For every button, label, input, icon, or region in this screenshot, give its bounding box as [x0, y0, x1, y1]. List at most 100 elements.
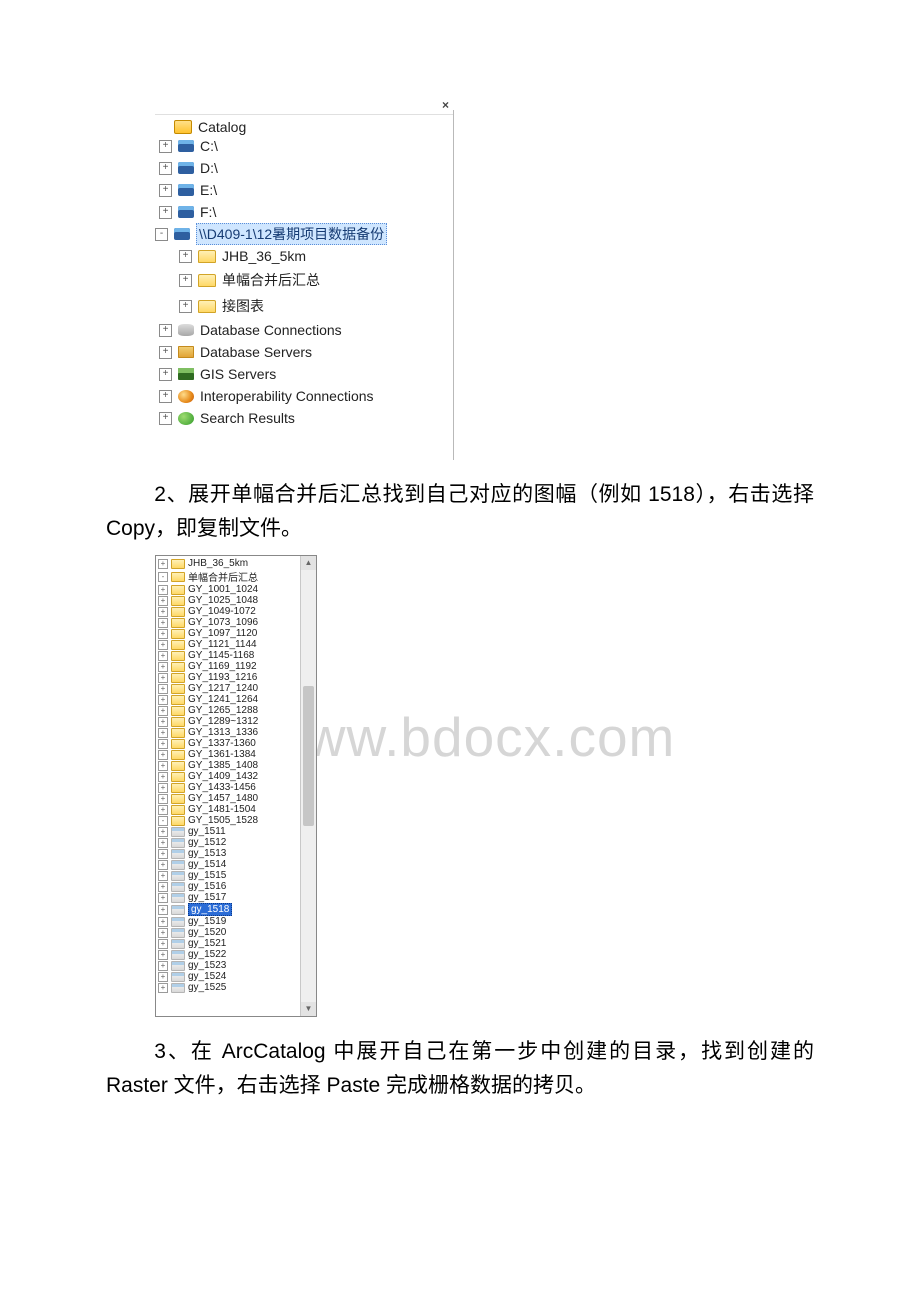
- expand-icon[interactable]: +: [158, 739, 168, 749]
- folder-node[interactable]: +GY_1457_1480: [158, 793, 316, 804]
- expand-icon[interactable]: +: [158, 917, 168, 927]
- expand-icon[interactable]: +: [159, 162, 172, 175]
- drive-node[interactable]: +E:\: [155, 179, 453, 201]
- expand-icon[interactable]: +: [158, 629, 168, 639]
- drive-node[interactable]: +D:\: [155, 157, 453, 179]
- expand-icon[interactable]: +: [158, 860, 168, 870]
- raster-node[interactable]: +gy_1518: [158, 903, 316, 916]
- expand-icon[interactable]: +: [158, 728, 168, 738]
- scroll-down-icon[interactable]: ▼: [301, 1002, 316, 1016]
- expand-icon[interactable]: +: [158, 585, 168, 595]
- raster-node[interactable]: +gy_1524: [158, 971, 316, 982]
- expand-icon[interactable]: +: [158, 651, 168, 661]
- raster-node[interactable]: +gy_1513: [158, 848, 316, 859]
- folder-node[interactable]: +GY_1025_1048: [158, 595, 316, 606]
- expand-icon[interactable]: +: [159, 390, 172, 403]
- collapse-icon[interactable]: -: [155, 228, 168, 241]
- special-node[interactable]: +Database Servers: [155, 341, 453, 363]
- expand-icon[interactable]: +: [158, 607, 168, 617]
- folder-node[interactable]: +GY_1265_1288: [158, 705, 316, 716]
- expand-icon[interactable]: +: [158, 761, 168, 771]
- folder-node[interactable]: +GY_1385_1408: [158, 760, 316, 771]
- expand-icon[interactable]: +: [159, 206, 172, 219]
- raster-node[interactable]: +gy_1521: [158, 938, 316, 949]
- drive-node[interactable]: +F:\: [155, 201, 453, 223]
- folder-node[interactable]: +GY_1241_1264: [158, 694, 316, 705]
- expand-icon[interactable]: +: [158, 838, 168, 848]
- folder-node[interactable]: -单幅合并后汇总: [158, 569, 316, 584]
- folder-node[interactable]: +GY_1361-1384: [158, 749, 316, 760]
- expand-icon[interactable]: +: [179, 250, 192, 263]
- folder-node[interactable]: +GY_1433-1456: [158, 782, 316, 793]
- expand-icon[interactable]: +: [158, 827, 168, 837]
- expand-icon[interactable]: +: [158, 794, 168, 804]
- raster-node[interactable]: +gy_1512: [158, 837, 316, 848]
- folder-node[interactable]: +接图表: [155, 293, 453, 319]
- close-icon[interactable]: ×: [442, 98, 449, 112]
- expand-icon[interactable]: +: [158, 983, 168, 993]
- expand-icon[interactable]: +: [159, 346, 172, 359]
- folder-node[interactable]: +GY_1313_1336: [158, 727, 316, 738]
- folder-node[interactable]: -GY_1505_1528: [158, 815, 316, 826]
- expand-icon[interactable]: +: [158, 695, 168, 705]
- expand-icon[interactable]: +: [158, 928, 168, 938]
- expand-icon[interactable]: +: [158, 772, 168, 782]
- expand-icon[interactable]: +: [158, 596, 168, 606]
- special-node[interactable]: +Search Results: [155, 407, 453, 429]
- expand-icon[interactable]: +: [159, 324, 172, 337]
- scroll-thumb[interactable]: [303, 686, 314, 826]
- expand-icon[interactable]: +: [158, 750, 168, 760]
- folder-node[interactable]: +单幅合并后汇总: [155, 267, 453, 293]
- special-node[interactable]: +GIS Servers: [155, 363, 453, 385]
- drive-node[interactable]: +C:\: [155, 135, 453, 157]
- expand-icon[interactable]: +: [158, 783, 168, 793]
- expand-icon[interactable]: +: [158, 559, 168, 569]
- raster-node[interactable]: +gy_1511: [158, 826, 316, 837]
- expand-icon[interactable]: +: [158, 673, 168, 683]
- scroll-up-icon[interactable]: ▲: [301, 556, 316, 570]
- expand-icon[interactable]: +: [159, 412, 172, 425]
- expand-icon[interactable]: -: [158, 816, 168, 826]
- expand-icon[interactable]: +: [158, 893, 168, 903]
- folder-node[interactable]: +GY_1145-1168: [158, 650, 316, 661]
- raster-node[interactable]: +gy_1523: [158, 960, 316, 971]
- expand-icon[interactable]: +: [158, 706, 168, 716]
- special-node[interactable]: +Database Connections: [155, 319, 453, 341]
- expand-icon[interactable]: -: [158, 572, 168, 582]
- scrollbar[interactable]: ▲ ▼: [300, 556, 316, 1016]
- folder-node[interactable]: +GY_1073_1096: [158, 617, 316, 628]
- expand-icon[interactable]: +: [158, 618, 168, 628]
- folder-node[interactable]: +JHB_36_5km: [155, 245, 453, 267]
- raster-node[interactable]: +gy_1522: [158, 949, 316, 960]
- raster-node[interactable]: +gy_1519: [158, 916, 316, 927]
- folder-node[interactable]: +GY_1049-1072: [158, 606, 316, 617]
- folder-node[interactable]: +GY_1121_1144: [158, 639, 316, 650]
- expand-icon[interactable]: +: [158, 640, 168, 650]
- expand-icon[interactable]: +: [159, 140, 172, 153]
- special-node[interactable]: +Interoperability Connections: [155, 385, 453, 407]
- expand-icon[interactable]: +: [158, 961, 168, 971]
- folder-node[interactable]: +GY_1169_1192: [158, 661, 316, 672]
- raster-node[interactable]: +gy_1515: [158, 870, 316, 881]
- expand-icon[interactable]: +: [158, 950, 168, 960]
- expand-icon[interactable]: +: [159, 368, 172, 381]
- raster-node[interactable]: +gy_1514: [158, 859, 316, 870]
- expand-icon[interactable]: +: [179, 300, 192, 313]
- folder-node[interactable]: +GY_1409_1432: [158, 771, 316, 782]
- folder-node[interactable]: +JHB_36_5km: [158, 558, 316, 569]
- expand-icon[interactable]: +: [158, 662, 168, 672]
- expand-icon[interactable]: +: [158, 871, 168, 881]
- expand-icon[interactable]: +: [158, 882, 168, 892]
- expand-icon[interactable]: +: [158, 684, 168, 694]
- expand-icon[interactable]: +: [159, 184, 172, 197]
- folder-node[interactable]: +GY_1481-1504: [158, 804, 316, 815]
- folder-node[interactable]: +GY_1097_1120: [158, 628, 316, 639]
- folder-node[interactable]: +GY_1001_1024: [158, 584, 316, 595]
- expand-icon[interactable]: +: [158, 939, 168, 949]
- raster-node[interactable]: +gy_1520: [158, 927, 316, 938]
- raster-node[interactable]: +gy_1517: [158, 892, 316, 903]
- folder-node[interactable]: +GY_1217_1240: [158, 683, 316, 694]
- network-path-node[interactable]: - \\D409-1\12暑期项目数据备份: [155, 223, 453, 245]
- expand-icon[interactable]: +: [158, 849, 168, 859]
- folder-node[interactable]: +GY_1289~1312: [158, 716, 316, 727]
